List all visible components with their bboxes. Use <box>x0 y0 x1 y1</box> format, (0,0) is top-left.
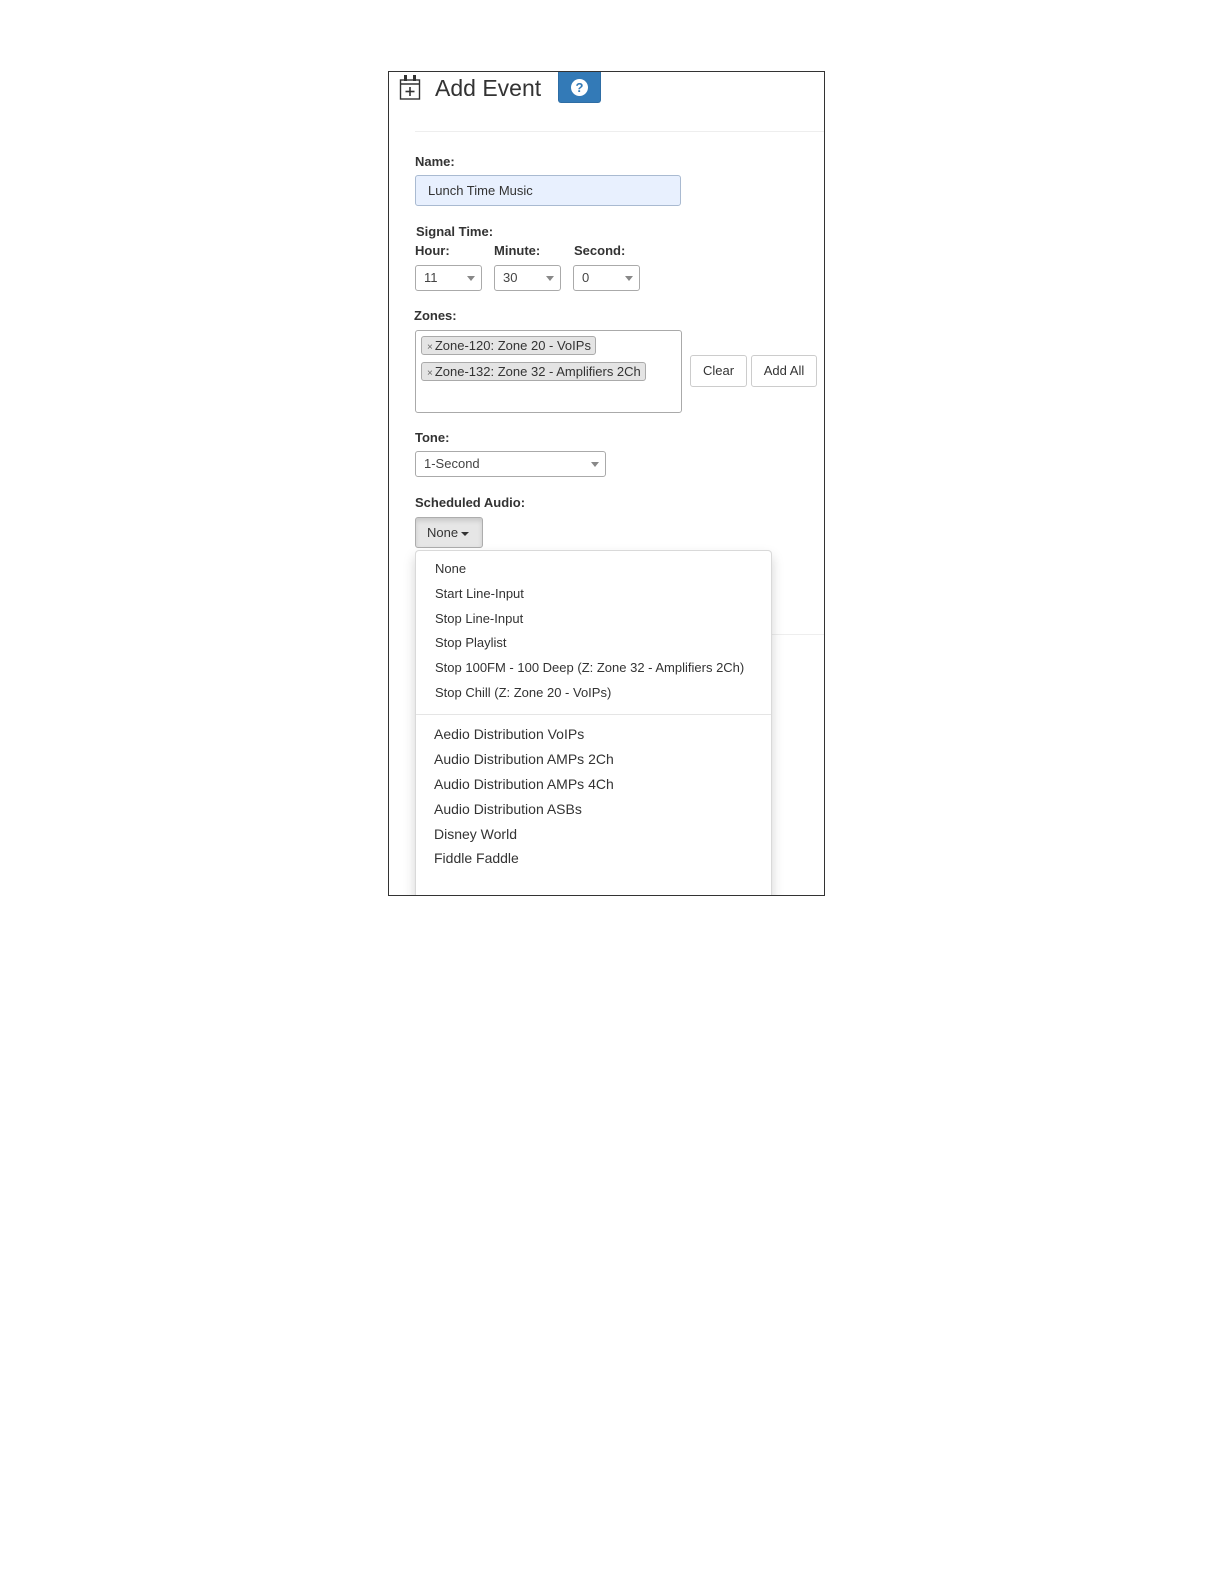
name-input[interactable]: Lunch Time Music <box>415 175 681 206</box>
chevron-down-icon <box>546 276 554 281</box>
menu-item-stop-line-input[interactable]: Stop Line-Input <box>435 610 523 628</box>
menu-item-none[interactable]: None <box>435 560 466 578</box>
clear-button[interactable]: Clear <box>690 355 747 387</box>
menu-item-audio-distribution-amps-4ch[interactable]: Audio Distribution AMPs 4Ch <box>434 775 614 793</box>
zone-chip: × Zone-120: Zone 20 - VoIPs <box>421 336 596 355</box>
second-label: Second: <box>574 243 626 258</box>
question-circle-icon: ? <box>571 78 588 96</box>
caret-down-icon <box>461 531 470 536</box>
scheduled-audio-dropdown-button[interactable]: None <box>415 517 483 548</box>
menu-item-stop-playlist[interactable]: Stop Playlist <box>435 634 507 652</box>
close-icon[interactable]: × <box>427 342 433 353</box>
second-value: 0 <box>582 270 590 285</box>
add-all-button[interactable]: Add All <box>751 355 817 387</box>
scheduled-audio-menu: None Start Line-Input Stop Line-Input St… <box>415 550 772 895</box>
minute-label: Minute: <box>494 243 541 258</box>
menu-item-start-line-input[interactable]: Start Line-Input <box>435 585 524 603</box>
minute-select[interactable]: 30 <box>494 265 561 291</box>
signal-time-label: Signal Time: <box>416 224 494 239</box>
scheduled-audio-value: None <box>427 525 459 540</box>
hour-select[interactable]: 11 <box>415 265 482 291</box>
add-event-panel: Add Event ? Name: Lunch Time Music Signa… <box>388 71 825 896</box>
menu-item-audio-distribution-asbs[interactable]: Audio Distribution ASBs <box>434 800 582 818</box>
zone-chip-label: Zone-120: Zone 20 - VoIPs <box>434 338 591 353</box>
zone-chip: × Zone-132: Zone 32 - Amplifiers 2Ch <box>421 362 646 381</box>
second-select[interactable]: 0 <box>573 265 640 291</box>
chevron-down-icon <box>625 276 633 281</box>
name-label: Name: <box>415 154 455 169</box>
chevron-down-icon <box>591 462 599 467</box>
menu-item-audio-distribution-amps-2ch[interactable]: Audio Distribution AMPs 2Ch <box>434 750 614 768</box>
zones-multiselect[interactable]: × Zone-120: Zone 20 - VoIPs × Zone-132: Zo… <box>415 330 682 413</box>
menu-item-stop-100fm[interactable]: Stop 100FM - 100 Deep (Z: Zone 32 - Ampl… <box>435 659 744 677</box>
scheduled-audio-label: Scheduled Audio: <box>415 495 526 510</box>
zone-chip-label: Zone-132: Zone 32 - Amplifiers 2Ch <box>434 364 641 379</box>
calendar-plus-icon <box>399 75 421 101</box>
menu-item-aedio-distribution-voips[interactable]: Aedio Distribution VoIPs <box>434 725 584 743</box>
panel-header: Add Event <box>399 72 541 104</box>
close-icon[interactable]: × <box>427 368 433 379</box>
help-button[interactable]: ? <box>558 72 601 103</box>
zones-label: Zones: <box>414 308 457 323</box>
menu-item-stop-chill[interactable]: Stop Chill (Z: Zone 20 - VoIPs) <box>435 684 611 702</box>
tone-label: Tone: <box>415 430 450 445</box>
minute-value: 30 <box>503 270 518 285</box>
menu-divider <box>416 714 771 715</box>
tone-value: 1-Second <box>424 456 480 471</box>
page-title: Add Event <box>435 75 542 101</box>
hour-value: 11 <box>424 270 438 285</box>
tone-select[interactable]: 1-Second <box>415 451 606 477</box>
menu-item-disney-world[interactable]: Disney World <box>434 825 517 843</box>
hour-label: Hour: <box>415 243 450 258</box>
header-divider <box>415 131 824 132</box>
chevron-down-icon <box>467 276 475 281</box>
menu-item-fiddle-faddle[interactable]: Fiddle Faddle <box>434 849 519 867</box>
